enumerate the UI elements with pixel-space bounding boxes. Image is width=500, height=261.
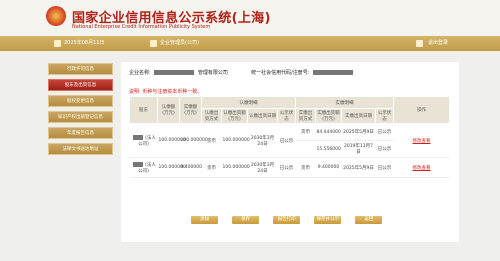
- sidebar-item-ip-pledge[interactable]: 知识产权出质登记信息: [48, 111, 113, 123]
- paid-line-amount: 15.556000: [315, 140, 342, 158]
- user-icon: [150, 40, 157, 47]
- paid-line-date: 2019年11月7日: [341, 140, 376, 158]
- logout-link[interactable]: 退出登录: [428, 39, 448, 46]
- site-title-en: National Enterprise Credit Information P…: [72, 24, 211, 30]
- sidebar-item-shareholder-contribution[interactable]: 股东及出资信息: [48, 79, 113, 91]
- site-header: 国家企业信用信息公示系统(上海) National Enterprise Cre…: [0, 0, 500, 36]
- col-paid-detail: 实缴明细: [295, 96, 394, 109]
- redacted-name: [154, 70, 195, 75]
- sidebar-item-annual-report[interactable]: 年度报告信息: [48, 127, 113, 139]
- paid-line-date: 2025年5月9日: [341, 157, 376, 178]
- sidebar-item-admin-license[interactable]: 行政许可信息: [48, 63, 113, 75]
- paid-line-amount: 84.444000: [315, 123, 342, 141]
- paid-line-date: 2025年5月9日: [341, 123, 376, 141]
- company-name-label: 企业名称:: [129, 70, 151, 76]
- col-paid-amount: 实缴出资额 (万元): [315, 108, 342, 124]
- save-button[interactable]: 保存: [232, 216, 260, 224]
- currency-note: 说明: 币种与注册资本币种一致。: [129, 89, 203, 95]
- col-sub-date: 认缴出资日期: [247, 108, 278, 124]
- paid-line-status: 已公示: [375, 157, 394, 178]
- col-sub-status: 公示状态: [277, 108, 296, 124]
- subscribed-amount: 100.000000: [157, 157, 186, 178]
- national-emblem-icon: [46, 6, 66, 26]
- col-paid-date: 实缴出资日期: [341, 108, 376, 124]
- logout-icon[interactable]: [416, 40, 423, 47]
- sub-method: 货币: [201, 157, 222, 178]
- paid-amount: 100.000000: [179, 123, 208, 158]
- calendar-icon: [54, 40, 61, 47]
- current-date: 2025年08月11日: [64, 40, 105, 46]
- sub-date: 2030年3月24日: [247, 123, 278, 158]
- redacted-code: [313, 70, 354, 75]
- table-row: (法人公司) 100.000000 9.400000 货币 100.000000…: [129, 157, 450, 178]
- sidebar-item-legal-address[interactable]: 法律文书送达地址: [48, 143, 113, 155]
- edit-view-link[interactable]: 修改查看: [413, 139, 431, 144]
- col-paid-status: 公示状态: [375, 108, 394, 124]
- sidebar-item-equity-change[interactable]: 股权变更信息: [48, 95, 113, 107]
- add-button[interactable]: 添加: [191, 216, 218, 224]
- paid-method: [295, 140, 316, 158]
- top-bar: 2025年08月11日 企业管理员(公司) 退出登录: [0, 36, 500, 51]
- col-subscribed: 认缴额 (万元): [157, 96, 180, 124]
- sub-amount: 100.000000: [221, 123, 250, 158]
- subscribed-amount: 100.000000: [157, 123, 186, 158]
- current-user: 企业管理员(公司): [160, 40, 199, 46]
- shareholder-table: 股东 认缴额 (万元) 实缴额 (万元) 认缴明细 实缴明细 操作 认缴出资方式…: [129, 96, 450, 178]
- save-publish-button[interactable]: 保存并公示: [314, 216, 342, 224]
- edit-view-link[interactable]: 修改查看: [413, 166, 431, 171]
- back-button[interactable]: 返回: [355, 216, 383, 224]
- paid-method: 货币: [295, 157, 316, 178]
- col-shareholder: 股东: [129, 96, 158, 124]
- sub-status: 已公示: [277, 123, 296, 158]
- paid-amount: 9.400000: [179, 157, 202, 178]
- paid-line-status: 已公示: [375, 140, 394, 158]
- credit-code-label: 统一社会信用代码/注册号:: [251, 70, 310, 76]
- col-paid-method: 实缴出资方式: [295, 108, 316, 124]
- col-sub-amount: 认缴出资额 (万元): [221, 108, 248, 124]
- col-action: 操作: [393, 96, 450, 124]
- sub-date: 2030年3月24日: [247, 157, 278, 178]
- company-name-suffix: 管理有限公司: [197, 70, 228, 76]
- sidebar: 行政许可信息 股东及出资信息 股权变更信息 知识产权出质登记信息 年度报告信息 …: [48, 63, 113, 159]
- col-paid: 实缴额 (万元): [179, 96, 202, 124]
- paid-line-amount: 9.400000: [315, 157, 342, 178]
- paid-method: 货币: [295, 123, 316, 141]
- col-sub-method: 认缴出资方式: [201, 108, 222, 124]
- paid-line-status: 已公示: [375, 123, 394, 141]
- sub-status: 已公示: [277, 157, 296, 178]
- col-subscribed-detail: 认缴明细: [201, 96, 296, 109]
- content-panel: 企业名称: 管理有限公司 统一社会信用代码/注册号: 说明: 币种与注册资本币种…: [121, 62, 459, 242]
- table-row: (法人公司) 100.000000 100.000000 货币 100.0000…: [129, 123, 450, 158]
- print-report-button[interactable]: 报告打印: [273, 216, 301, 224]
- action-buttons: 添加 保存 报告打印 保存并公示 返回: [191, 205, 391, 224]
- company-info: 企业名称: 管理有限公司 统一社会信用代码/注册号:: [129, 69, 355, 76]
- sub-amount: 100.000000: [221, 157, 250, 178]
